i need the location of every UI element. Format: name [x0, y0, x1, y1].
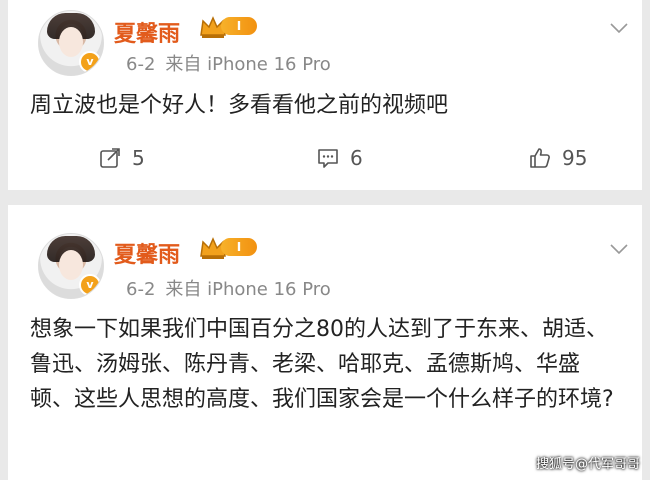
comment-icon: [318, 149, 338, 168]
post-card: v 夏馨雨 I 6-2 来自 iPhone 16 Pro 想象一下如果我们中国百分…: [8, 205, 642, 480]
comment-count: 6: [350, 146, 363, 170]
comment-button[interactable]: 6: [316, 146, 363, 170]
post-date: 6-2: [126, 54, 156, 75]
chevron-down-icon[interactable]: [610, 22, 628, 34]
chevron-down-icon[interactable]: [610, 243, 628, 255]
share-button[interactable]: 5: [98, 146, 145, 170]
author-name[interactable]: 夏馨雨: [114, 16, 180, 48]
post-source: 来自 iPhone 16 Pro: [165, 54, 331, 75]
post-content: 想象一下如果我们中国百分之80的人达到了于东来、胡适、鲁迅、汤姆张、陈丹青、老梁…: [30, 317, 614, 412]
level-badge: I: [221, 238, 257, 256]
share-icon: [100, 148, 120, 168]
avatar-face: [59, 27, 83, 57]
author-name[interactable]: 夏馨雨: [114, 237, 180, 269]
share-count: 5: [132, 146, 145, 170]
avatar[interactable]: v: [38, 233, 104, 299]
like-count: 95: [562, 146, 588, 170]
post-meta: 6-2 来自 iPhone 16 Pro: [126, 275, 331, 301]
post-actions: 5 6 95: [8, 146, 642, 182]
verified-badge-icon: v: [79, 51, 101, 73]
post-source: 来自 iPhone 16 Pro: [165, 279, 331, 300]
post-date: 6-2: [126, 279, 156, 300]
post-content: 周立波也是个好人！多看看他之前的视频吧: [30, 93, 449, 118]
like-button[interactable]: 95: [528, 146, 587, 170]
verified-badge-icon: v: [79, 274, 101, 296]
post-card: v 夏馨雨 I 6-2 来自 iPhone 16 Pro 周立波也是个好人！多看看…: [8, 0, 642, 190]
post-meta: 6-2 来自 iPhone 16 Pro: [126, 50, 331, 76]
avatar[interactable]: v: [38, 10, 104, 76]
watermark: 搜狐号@代军哥哥: [535, 457, 640, 472]
level-badge: I: [221, 17, 257, 35]
avatar-face: [59, 250, 83, 280]
thumbs-up-icon: [530, 148, 550, 168]
